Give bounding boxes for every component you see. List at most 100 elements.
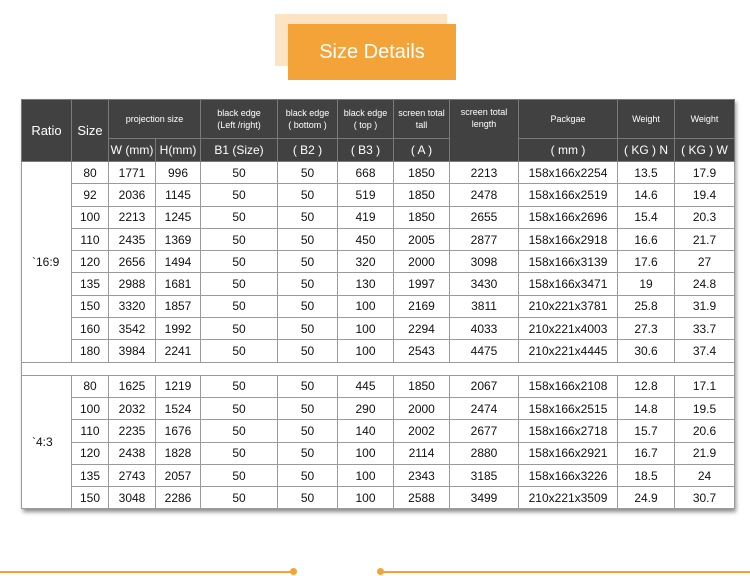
header-w-mm: W (mm) bbox=[108, 138, 156, 162]
table-cell: 1219 bbox=[155, 374, 201, 398]
table-cell: 158x166x2519 bbox=[518, 183, 618, 207]
table-cell: 1850 bbox=[393, 374, 450, 398]
table-body: `16:9 80 1771 996 50 50 668 1850 2213 158x166x225… bbox=[21, 160, 735, 510]
table-cell: 92 bbox=[71, 183, 109, 207]
table-cell: 2588 bbox=[393, 486, 450, 510]
title-banner: Size Details bbox=[288, 24, 456, 80]
table-cell: 50 bbox=[200, 463, 278, 488]
table-cell: 1857 bbox=[155, 294, 201, 319]
table-cell: 140 bbox=[337, 419, 394, 443]
table-cell: 3048 bbox=[108, 486, 156, 510]
table-cell: 519 bbox=[337, 183, 394, 207]
table-cell: 1828 bbox=[155, 441, 201, 465]
page-title: Size Details bbox=[319, 40, 425, 63]
table-row: 92 2036 1145 50 50 519 1850 2478 158x166x2519 14.… bbox=[22, 183, 735, 207]
table-cell: 37.4 bbox=[674, 339, 735, 363]
table-cell: 19.4 bbox=[674, 183, 735, 207]
table-cell: 110 bbox=[71, 419, 109, 443]
table-cell: 50 bbox=[277, 250, 338, 274]
table-cell: 1992 bbox=[155, 317, 201, 341]
table-cell: 2988 bbox=[108, 272, 156, 296]
table-cell: 2036 bbox=[108, 183, 156, 207]
table-cell: 25.8 bbox=[617, 294, 675, 319]
table-row: 110 2435 1369 50 50 450 2005 2877 158x166x2918 16… bbox=[22, 227, 735, 252]
header-weight-n: Weight bbox=[617, 99, 675, 139]
table-cell: 18.5 bbox=[617, 463, 675, 488]
table-cell: 24.9 bbox=[617, 486, 675, 510]
table-cell: 3811 bbox=[449, 294, 519, 319]
table-cell: 100 bbox=[337, 441, 394, 465]
table-cell: 2002 bbox=[393, 419, 450, 443]
table-cell: 2005 bbox=[393, 227, 450, 252]
table-cell: 290 bbox=[337, 396, 394, 421]
table-cell: 100 bbox=[337, 463, 394, 488]
table-cell: 50 bbox=[200, 396, 278, 421]
table-cell: 2677 bbox=[449, 419, 519, 443]
table-row: 100 2213 1245 50 50 419 1850 2655 158x166x2696 15… bbox=[22, 205, 735, 229]
size-table: Ratio Size projection size black edge (Le… bbox=[21, 99, 735, 510]
table-cell: 450 bbox=[337, 227, 394, 252]
table-cell: 130 bbox=[337, 272, 394, 296]
header-a: ( A ) bbox=[393, 138, 450, 162]
header-mm: ( mm ) bbox=[518, 138, 618, 162]
table-row: `4:3 80 1625 1219 50 50 445 1850 2067 158x166x210… bbox=[21, 374, 735, 510]
table-cell: 2032 bbox=[108, 396, 156, 421]
table-cell: 30.7 bbox=[674, 486, 735, 510]
table-cell: 50 bbox=[200, 205, 278, 229]
table-cell: 19.5 bbox=[674, 396, 735, 421]
table-cell: 33.7 bbox=[674, 317, 735, 341]
table-cell: 120 bbox=[71, 441, 109, 465]
table-cell: 2880 bbox=[449, 441, 519, 465]
header-row-sub: W (mm) H(mm) B1 (Size) ( B2 ) ( B3 ) ( A… bbox=[22, 138, 735, 162]
table-cell: 210x221x3781 bbox=[518, 294, 618, 319]
table-cell: 17.9 bbox=[674, 160, 735, 185]
table-cell: 3185 bbox=[449, 463, 519, 488]
table-cell: 1850 bbox=[393, 205, 450, 229]
divider-right bbox=[381, 571, 750, 573]
table-cell: 80 bbox=[71, 374, 109, 398]
table-cell: 2343 bbox=[393, 463, 450, 488]
table-cell: 320 bbox=[337, 250, 394, 274]
table-cell: 1850 bbox=[393, 183, 450, 207]
table-cell: 180 bbox=[71, 339, 109, 363]
table-cell: 158x166x2696 bbox=[518, 205, 618, 229]
table-row: 150 3048 2286 50 50 100 2588 3499 210x221x3509 24… bbox=[22, 486, 735, 510]
table-cell: 50 bbox=[200, 419, 278, 443]
table-cell: 3430 bbox=[449, 272, 519, 296]
table-row: 120 2438 1828 50 50 100 2114 2880 158x166x2921 16… bbox=[22, 441, 735, 465]
table-cell: 50 bbox=[277, 419, 338, 443]
table-cell: 100 bbox=[337, 294, 394, 319]
table-cell: 4033 bbox=[449, 317, 519, 341]
table-cell: 1369 bbox=[155, 227, 201, 252]
table-cell: 16.6 bbox=[617, 227, 675, 252]
table-cell: 50 bbox=[277, 183, 338, 207]
table-cell: 1145 bbox=[155, 183, 201, 207]
table-cell: 2114 bbox=[393, 441, 450, 465]
table-cell: 50 bbox=[200, 272, 278, 296]
header-b2: ( B2 ) bbox=[277, 138, 338, 162]
table-cell: 4475 bbox=[449, 339, 519, 363]
table-cell: 50 bbox=[277, 317, 338, 341]
table-cell: 50 bbox=[200, 160, 278, 185]
table-cell: 12.8 bbox=[617, 374, 675, 398]
header-black-edge-top: black edge( top ) bbox=[337, 99, 394, 139]
header-black-edge-lr: black edge (Left /right) bbox=[200, 99, 278, 139]
table-cell: 50 bbox=[277, 486, 338, 510]
group-spacer-row bbox=[21, 361, 735, 376]
table-cell: 2877 bbox=[449, 227, 519, 252]
header-b3: ( B3 ) bbox=[337, 138, 394, 162]
table-cell: 3098 bbox=[449, 250, 519, 274]
table-cell: 2478 bbox=[449, 183, 519, 207]
table-cell: 50 bbox=[200, 441, 278, 465]
table-cell: 210x221x4003 bbox=[518, 317, 618, 341]
table-cell: 2067 bbox=[449, 374, 519, 398]
table-row: 150 3320 1857 50 50 100 2169 3811 210x221x3781 25… bbox=[22, 294, 735, 319]
table-cell: 996 bbox=[155, 160, 201, 185]
header-kg-n: ( KG ) N bbox=[617, 138, 675, 162]
table-cell: 24.8 bbox=[674, 272, 735, 296]
table-cell: 1245 bbox=[155, 205, 201, 229]
table-cell: 150 bbox=[71, 486, 109, 510]
table-row: 100 2032 1524 50 50 290 2000 2474 158x166x2515 14… bbox=[22, 396, 735, 421]
table-cell: 135 bbox=[71, 272, 109, 296]
table-cell: 158x166x2718 bbox=[518, 419, 618, 443]
